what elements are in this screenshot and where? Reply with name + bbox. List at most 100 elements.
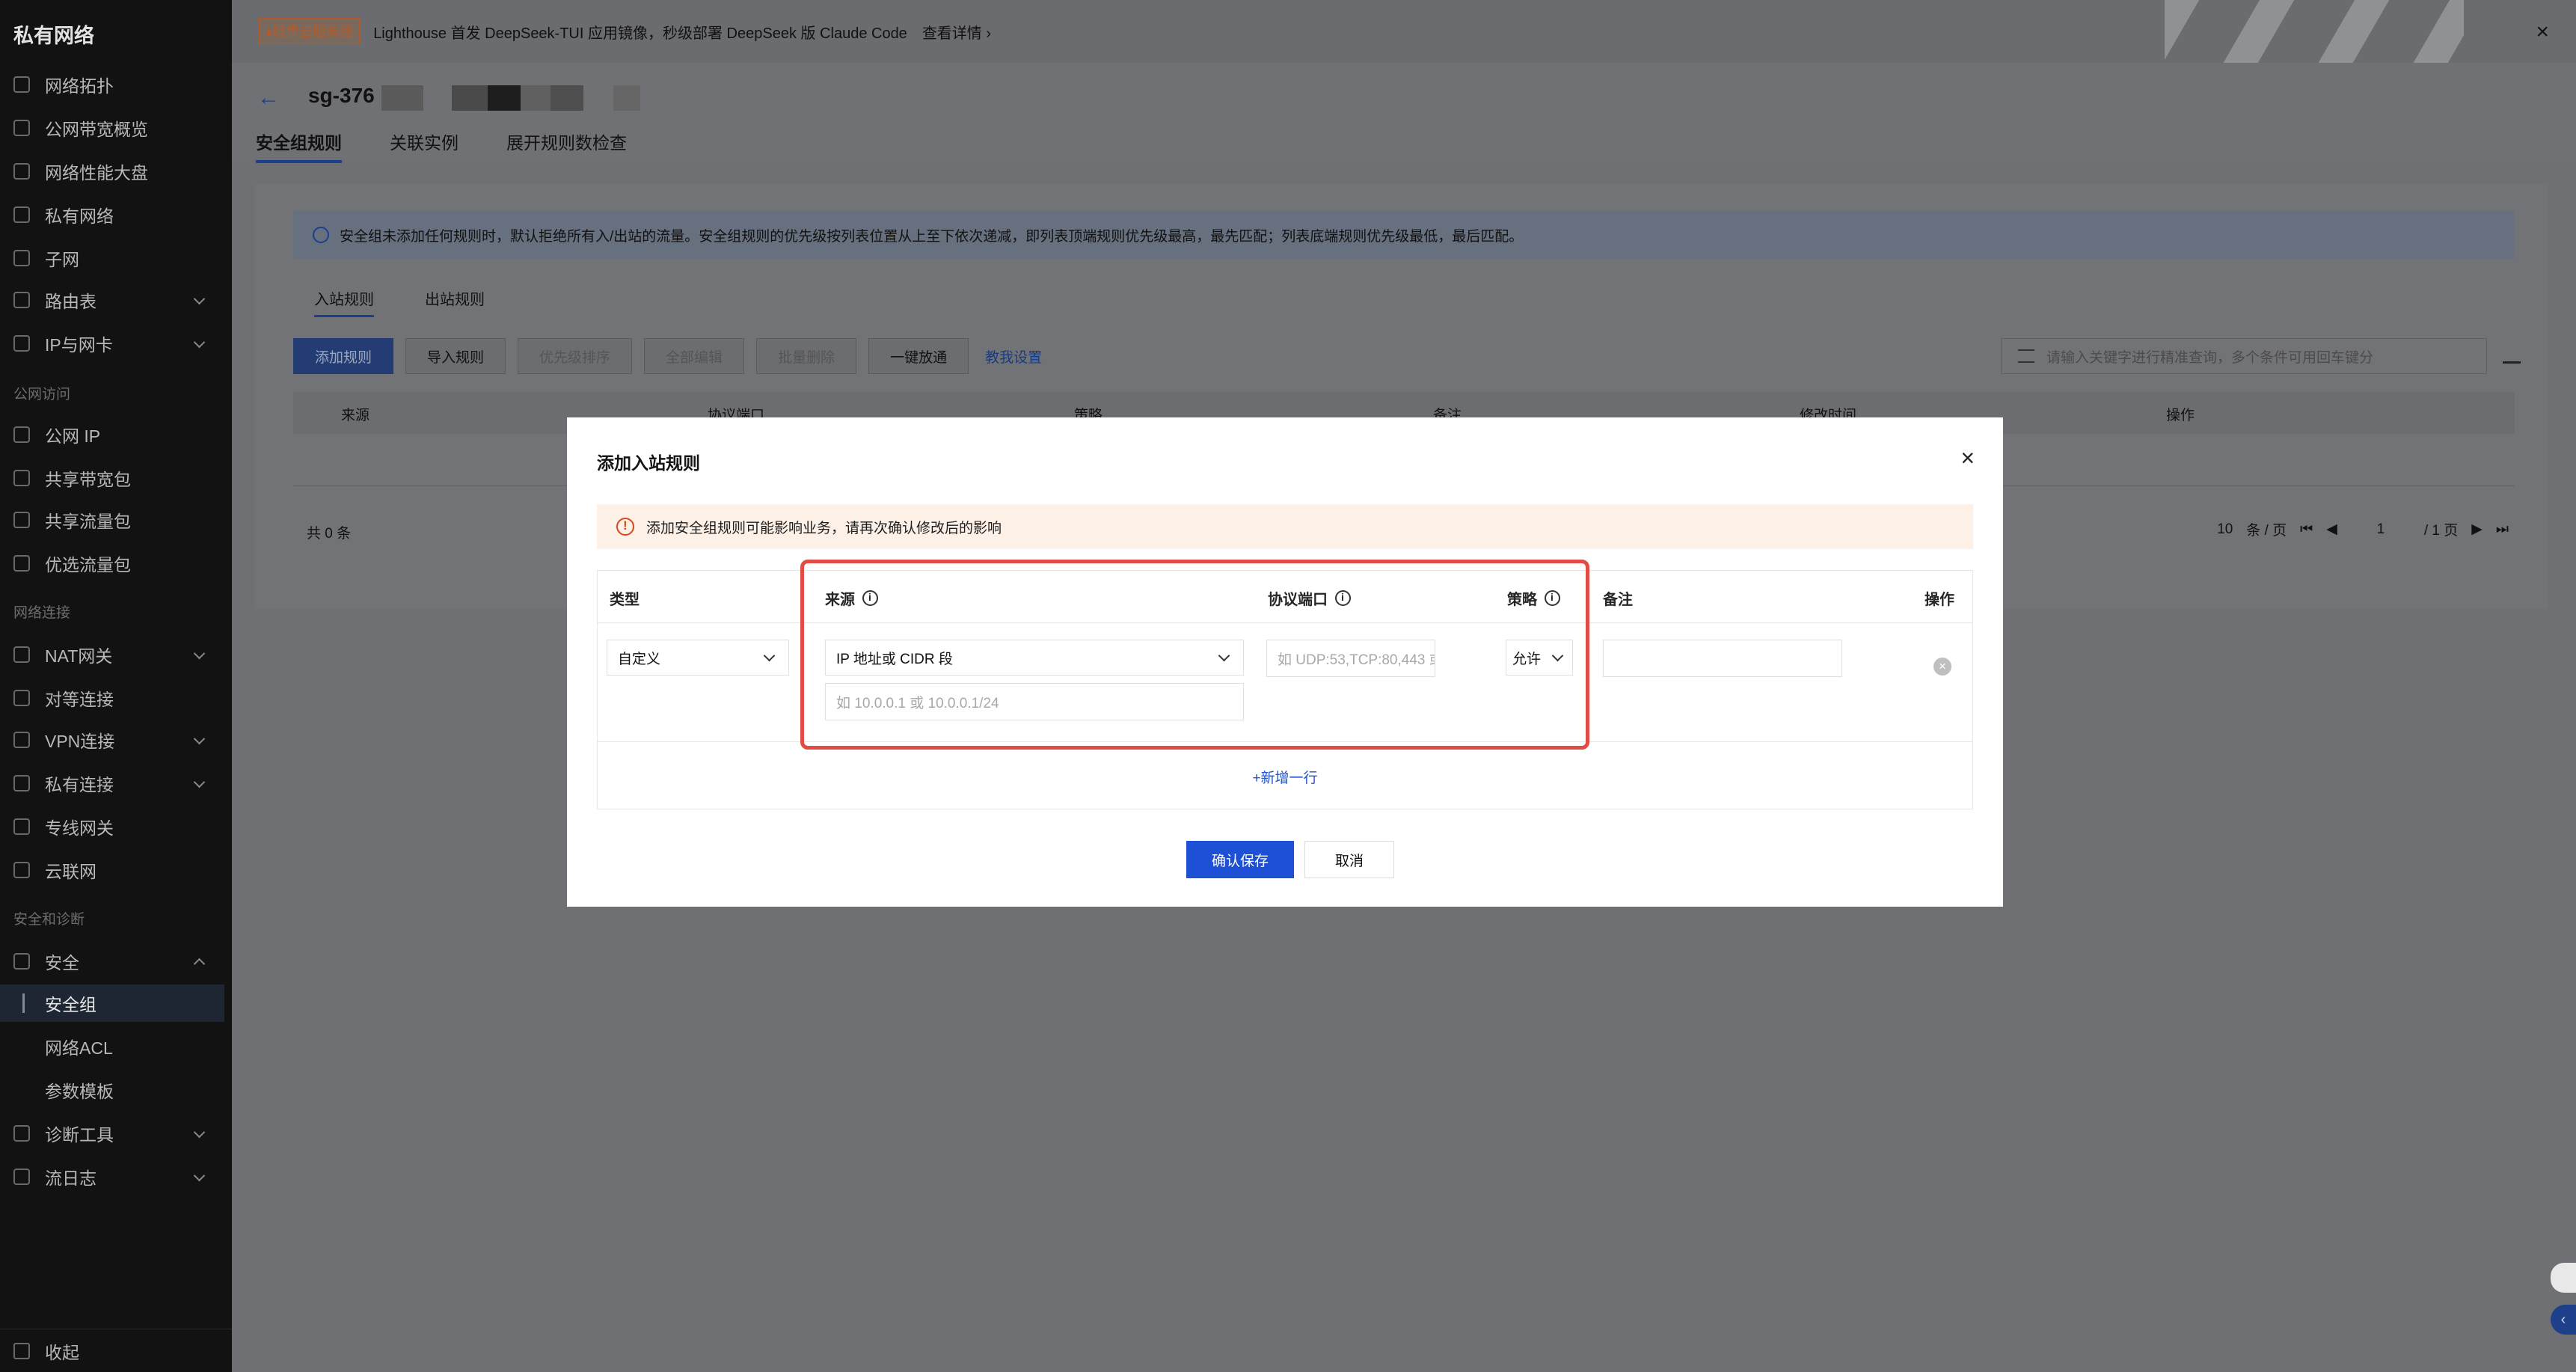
sidebar-item-label: 公网 IP [45,426,101,446]
sidebar-item-label: 路由表 [45,292,96,311]
sidebar-item-nat[interactable]: NAT网关 [0,636,224,673]
confirm-save-button[interactable]: 确认保存 [1186,841,1294,878]
chevron-down-icon [193,1126,206,1139]
back-arrow-icon[interactable]: ← [257,85,280,111]
total-count: 共 0 条 [307,526,352,542]
tab-outbound-rules[interactable]: 出站规则 [425,287,485,317]
redacted-block [452,85,488,111]
sidebar-item-shared-traffic[interactable]: 共享流量包 [0,501,224,539]
page-input[interactable]: 1 [2351,521,2411,538]
sidebar-item-shared-bandwidth[interactable]: 共享带宽包 [0,459,224,497]
sidebar-item-peering[interactable]: 对等连接 [0,679,224,717]
sidebar-item-param-template[interactable]: 参数模板 [0,1071,224,1109]
sidebar-group-public-access: 公网访问 [13,387,71,402]
sidebar-collapse-button[interactable]: 收起 [0,1329,232,1372]
tutorial-link[interactable]: 教我设置 [985,346,1042,367]
close-icon[interactable]: × [1960,444,1975,472]
source-input[interactable]: 如 10.0.0.1 或 10.0.0.1/24 [825,683,1244,720]
import-rules-button[interactable]: 导入规则 [405,338,506,374]
banner-more-link[interactable]: 查看详情 › [922,21,991,43]
sidebar-item-label: VPN连接 [45,732,115,751]
sidebar-item-label: 子网 [45,250,79,269]
sidebar-title: 私有网络 [13,25,94,47]
protocol-port-input[interactable]: 如 UDP:53,TCP:80,443 或 TCP:3306-20000 [1266,640,1435,677]
sidebar-item-security-group[interactable]: 安全组 [0,984,224,1022]
column-header-source: 来源 [341,408,370,423]
peering-icon [13,690,30,706]
info-icon[interactable] [1335,590,1351,606]
nat-icon [13,646,30,663]
sidebar-item-vpc[interactable]: 私有网络 [0,196,224,233]
sidebar-item-route-table[interactable]: 路由表 [0,281,224,319]
dashboard-icon [13,163,30,180]
banner-decoration [2165,0,2464,63]
tab-associated-instances[interactable]: 关联实例 [390,129,459,163]
search-input[interactable]: 请输入关键字进行精准查询，多个条件可用回车键分 [2001,338,2487,374]
sidebar-item-label: 共享流量包 [45,512,131,531]
type-select[interactable]: 自定义 [607,640,789,676]
source-type-select[interactable]: IP 地址或 CIDR 段 [825,640,1244,676]
sidebar-item-vpn[interactable]: VPN连接 [0,721,224,759]
page-header: ← sg-376 安全组规则 关联实例 展开规则数检查 [232,63,2576,163]
remove-row-icon[interactable]: × [1933,658,1951,676]
filter-icon [2018,349,2034,363]
sidebar-item-label: 网络性能大盘 [45,163,148,183]
sidebar-item-bandwidth-overview[interactable]: 公网带宽概览 [0,109,224,147]
info-icon[interactable] [1545,590,1560,606]
dc-gateway-icon [13,818,30,835]
redacted-block [381,85,423,111]
sidebar-item-security[interactable]: 安全 [0,943,224,980]
sidebar-item-network-acl[interactable]: 网络ACL [0,1028,224,1065]
next-page-icon[interactable]: ▶ [2471,521,2483,538]
tab-security-group-rules[interactable]: 安全组规则 [256,129,342,163]
edit-all-button[interactable]: 全部编辑 [644,338,745,374]
expand-panel-button[interactable]: ‹ [2551,1305,2576,1335]
diagnose-icon [13,1125,30,1142]
sidebar-item-preferred-traffic[interactable]: 优选流量包 [0,545,224,582]
download-icon[interactable] [2503,346,2521,364]
sidebar-item-flow-log[interactable]: 流日志 [0,1158,224,1195]
redacted-block [488,85,521,111]
sidebar-item-subnet[interactable]: 子网 [0,239,224,277]
sidebar-item-dc-gateway[interactable]: 专线网关 [0,808,224,845]
column-header-action: 操作 [2166,408,2195,423]
sidebar-item-diagnose[interactable]: 诊断工具 [0,1115,224,1152]
assistant-avatar[interactable] [2551,1263,2576,1293]
divider [598,741,1972,742]
sidebar-item-public-ip[interactable]: 公网 IP [0,416,224,453]
column-label: 备注 [1603,592,1633,608]
prev-page-icon[interactable]: ◀ [2326,521,2337,538]
chevron-down-icon [193,732,206,745]
chevron-up-icon [193,958,206,970]
policy-select[interactable]: 允许 [1506,640,1573,676]
page-total: / 1 页 [2423,523,2459,539]
open-all-button[interactable]: 一键放通 [868,338,969,374]
tab-rule-count-check[interactable]: 展开规则数检查 [506,129,627,163]
sidebar-item-ccn[interactable]: 云联网 [0,851,224,889]
batch-delete-button[interactable]: 批量删除 [756,338,857,374]
chevron-down-icon [193,776,206,788]
private-link-icon [13,775,30,791]
priority-sort-button[interactable]: 优先级排序 [518,338,633,374]
sidebar-item-topology[interactable]: 网络拓扑 [0,66,224,103]
sidebar-item-label: IP与网卡 [45,335,113,355]
sidebar-item-private-link[interactable]: 私有连接 [0,765,224,802]
cancel-button[interactable]: 取消 [1304,841,1394,878]
sidebar-item-ip-nic[interactable]: IP与网卡 [0,325,224,362]
add-row-button[interactable]: +新增一行 [598,767,1972,787]
warning-icon [616,518,634,536]
sidebar-item-performance[interactable]: 网络性能大盘 [0,153,224,190]
shared-bandwidth-icon [13,470,30,486]
info-icon[interactable] [862,590,878,606]
sidebar-group-network-connection: 网络连接 [13,605,71,621]
route-table-icon [13,292,30,308]
page-size-select[interactable]: 10 [2217,521,2233,538]
first-page-icon[interactable]: ⏮ [2300,521,2313,538]
add-rule-button[interactable]: 添加规则 [293,338,394,374]
tab-inbound-rules[interactable]: 入站规则 [314,287,374,317]
rule-edit-table: 类型 来源 协议端口 策略 备注 操作 自定义 IP 地址或 CIDR 段 如 … [597,570,1973,809]
banner-close-icon[interactable]: × [2536,19,2549,45]
remark-input[interactable] [1603,640,1842,677]
last-page-icon[interactable]: ⏭ [2496,521,2509,538]
security-group-id: sg-376 [308,84,375,107]
